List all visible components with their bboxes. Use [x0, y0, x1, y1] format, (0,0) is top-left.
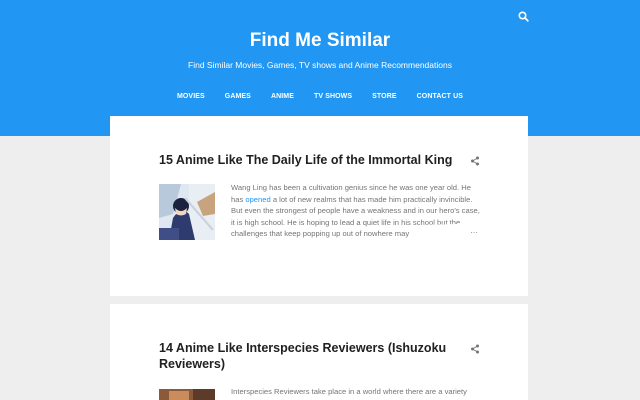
anime-cover-image: [159, 184, 215, 240]
share-button[interactable]: [470, 341, 480, 354]
posts-column: 15 Anime Like The Daily Life of the Immo…: [110, 0, 528, 400]
post-title[interactable]: 14 Anime Like Interspecies Reviewers (Is…: [159, 340, 469, 372]
post-snippet: Interspecies Reviewers take place in a w…: [231, 387, 467, 396]
snippet-ellipsis: …: [470, 226, 478, 235]
post-2: 14 Anime Like Interspecies Reviewers (Is…: [110, 304, 528, 400]
post-thumbnail[interactable]: [159, 388, 215, 400]
post-thumbnail[interactable]: [159, 184, 215, 240]
share-icon: [471, 344, 479, 354]
share-button[interactable]: [470, 153, 480, 166]
share-icon: [471, 156, 479, 166]
snippet-link[interactable]: opened: [245, 195, 270, 204]
post-title[interactable]: 15 Anime Like The Daily Life of the Immo…: [159, 152, 469, 168]
post-1: 15 Anime Like The Daily Life of the Immo…: [110, 116, 528, 296]
anime-cover-image: [159, 389, 215, 400]
